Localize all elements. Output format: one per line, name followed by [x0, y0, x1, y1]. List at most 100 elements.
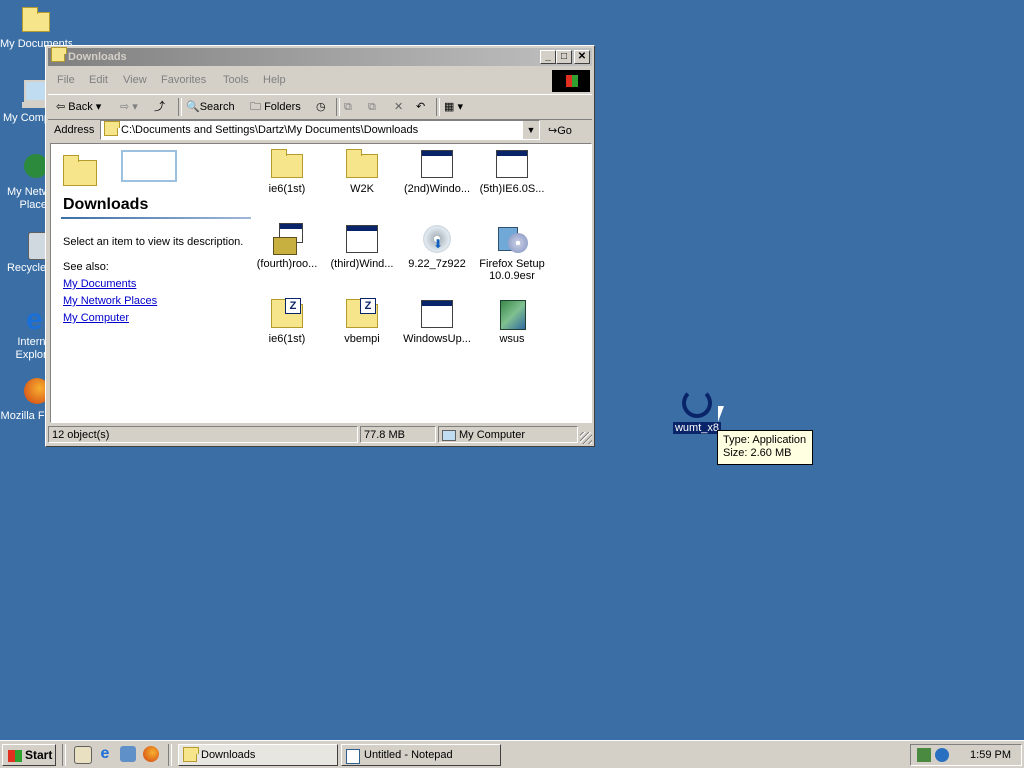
folder-icon: [183, 747, 199, 762]
status-bar: 12 object(s) 77.8 MB My Computer: [48, 424, 592, 444]
window-title: Downloads: [68, 51, 127, 63]
resize-grip-icon[interactable]: [580, 432, 592, 444]
taskbar-separator: [168, 744, 172, 766]
file-item[interactable]: WindowsUp...: [401, 298, 473, 345]
desktop-icon-my-documents[interactable]: My Documents: [0, 4, 72, 51]
history-icon: ◷: [316, 101, 326, 113]
pane-description: Select an item to view its description.: [63, 236, 244, 248]
menu-edit[interactable]: Edit: [89, 74, 108, 86]
forward-button[interactable]: ⇨ ▾: [120, 99, 138, 115]
back-label: Back: [68, 101, 93, 113]
back-button[interactable]: ⇦ Back ▾: [56, 99, 101, 115]
file-label: wsus: [499, 333, 525, 345]
menu-bar: File Edit View Favorites Tools Help: [48, 69, 592, 91]
search-button[interactable]: 🔍Search: [186, 99, 235, 115]
firefox-icon[interactable]: [143, 746, 159, 762]
undo-icon: ↶: [416, 101, 426, 113]
outlook-express-icon[interactable]: [120, 746, 136, 762]
address-field[interactable]: C:\Documents and Settings\Dartz\My Docum…: [100, 120, 540, 140]
status-object-count: 12 object(s): [48, 426, 358, 443]
file-item[interactable]: Z vbempi: [326, 298, 398, 345]
status-size: 77.8 MB: [360, 426, 436, 443]
undo-button[interactable]: ↶: [416, 99, 425, 115]
zipped-folder-icon: Z: [346, 298, 378, 330]
file-item[interactable]: wsus: [476, 298, 548, 345]
delete-button[interactable]: ✕: [394, 99, 403, 115]
link-my-network-places[interactable]: My Network Places: [63, 295, 157, 307]
views-icon: ▦: [444, 101, 455, 113]
file-item[interactable]: W2K: [326, 148, 398, 195]
minimize-button[interactable]: _: [540, 50, 556, 64]
history-button[interactable]: ◷: [316, 99, 326, 115]
address-value: C:\Documents and Settings\Dartz\My Docum…: [121, 124, 419, 136]
delete-icon: ✕: [394, 101, 404, 113]
up-folder-button[interactable]: ⤴: [154, 99, 165, 115]
task-label: Untitled - Notepad: [364, 749, 453, 761]
folder-icon: [51, 47, 67, 62]
address-dropdown-button[interactable]: ▼: [523, 121, 539, 139]
menu-view[interactable]: View: [123, 74, 147, 86]
desktop-file-wumt[interactable]: wumt_x8: [672, 388, 722, 434]
file-item[interactable]: (third)Wind...: [326, 223, 398, 270]
file-item[interactable]: (2nd)Windo...: [401, 148, 473, 195]
application-icon: [421, 298, 453, 330]
folders-icon: 🗀: [250, 101, 265, 113]
application-icon: [346, 223, 378, 255]
copy-to-button[interactable]: ⧉: [368, 99, 376, 115]
folders-button[interactable]: 🗀 Folders: [250, 99, 301, 115]
address-label: Address: [54, 124, 95, 136]
back-arrow-icon: ⇦: [56, 101, 69, 113]
file-label: W2K: [350, 183, 374, 195]
system-tray: 1:59 PM: [910, 744, 1022, 766]
file-label: vbempi: [344, 333, 380, 345]
file-label: Firefox Setup 10.0.9esr: [479, 258, 545, 282]
file-label: (third)Wind...: [330, 258, 394, 270]
my-computer-icon: [442, 430, 456, 441]
file-item[interactable]: ⬇ 9.22_7z922: [401, 223, 473, 270]
windows-flag-icon: [8, 749, 22, 762]
menu-file[interactable]: File: [57, 74, 75, 86]
menu-help[interactable]: Help: [263, 74, 286, 86]
window-titlebar[interactable]: Downloads _ □ ✕: [48, 47, 592, 66]
file-item[interactable]: (5th)IE6.0S...: [476, 148, 548, 195]
internet-explorer-icon[interactable]: e: [97, 746, 113, 762]
start-button[interactable]: Start: [2, 744, 56, 766]
go-button[interactable]: ↪Go: [548, 124, 572, 137]
menu-tools[interactable]: Tools: [223, 74, 249, 86]
file-label: (5th)IE6.0S...: [479, 183, 545, 195]
file-label: (2nd)Windo...: [403, 183, 471, 195]
menu-favorites[interactable]: Favorites: [161, 74, 206, 86]
package-icon: [496, 298, 528, 330]
show-desktop-icon[interactable]: [74, 746, 92, 764]
file-item[interactable]: Z ie6(1st): [251, 298, 323, 345]
taskbar: Start e Downloads Untitled - Notepad 1:5…: [0, 740, 1024, 768]
move-to-button[interactable]: ⧉: [344, 99, 352, 115]
refresh-app-icon: [682, 388, 712, 418]
address-bar: Address C:\Documents and Settings\Dartz\…: [48, 120, 592, 142]
web-view-pane: Downloads Select an item to view its des…: [51, 144, 251, 422]
setup-icon: [496, 223, 528, 255]
up-folder-icon: ⤴: [154, 101, 165, 113]
file-item[interactable]: (fourth)roo...: [251, 223, 323, 270]
network-icon[interactable]: [917, 748, 931, 762]
file-item[interactable]: ie6(1st): [251, 148, 323, 195]
search-icon: 🔍: [186, 101, 200, 113]
task-notepad[interactable]: Untitled - Notepad: [341, 744, 501, 766]
file-item[interactable]: Firefox Setup 10.0.9esr: [476, 223, 548, 282]
cd-installer-icon: ⬇: [421, 223, 453, 255]
pane-divider: [61, 217, 251, 219]
move-to-icon: ⧉: [344, 101, 352, 113]
application-icon: [421, 148, 453, 180]
see-also-label: See also:: [63, 261, 109, 273]
task-downloads[interactable]: Downloads: [178, 744, 338, 766]
maximize-button[interactable]: □: [556, 50, 572, 64]
views-button[interactable]: ▦ ▾: [444, 99, 463, 115]
close-button[interactable]: ✕: [574, 50, 590, 64]
file-label: WindowsUp...: [403, 333, 471, 345]
link-my-documents[interactable]: My Documents: [63, 278, 136, 290]
update-icon[interactable]: [935, 748, 949, 762]
file-label: ie6(1st): [268, 333, 306, 345]
link-my-computer[interactable]: My Computer: [63, 312, 129, 324]
toolbar-separator: [336, 98, 340, 116]
file-label: ie6(1st): [268, 183, 306, 195]
